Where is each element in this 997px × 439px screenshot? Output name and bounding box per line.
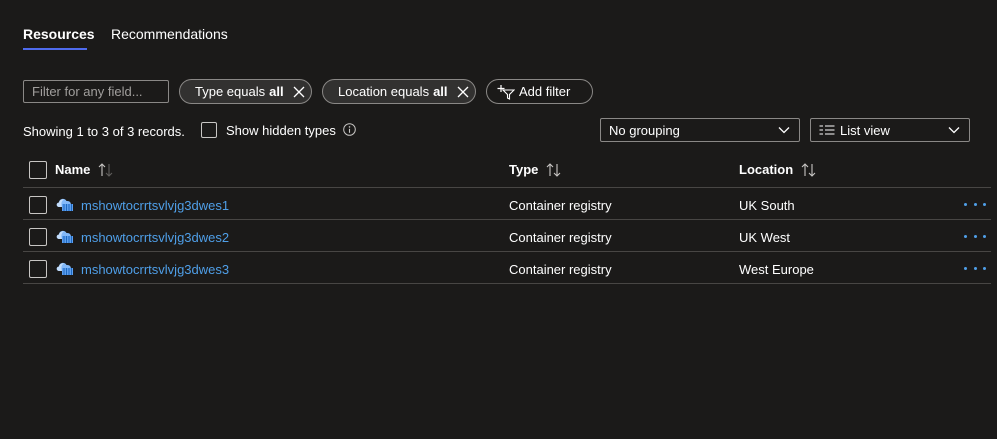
resource-type: Container registry [509, 230, 612, 245]
chevron-down-icon [778, 127, 790, 134]
type-filter-prefix: Type equals [195, 84, 266, 99]
resource-location: UK South [739, 198, 795, 213]
location-filter-pill[interactable]: Location equals all [322, 79, 476, 104]
show-hidden-types-label: Show hidden types [226, 123, 336, 138]
more-icon[interactable] [964, 199, 986, 209]
records-count: Showing 1 to 3 of 3 records. [23, 124, 185, 139]
more-icon[interactable] [964, 231, 986, 241]
resource-name-link[interactable]: mshowtocrrtsvlvjg3dwes3 [81, 262, 229, 277]
tab-recommendations[interactable]: Recommendations [111, 26, 228, 42]
view-dropdown[interactable]: List view [810, 118, 970, 142]
column-header-location-label: Location [739, 162, 794, 177]
grouping-dropdown[interactable]: No grouping [600, 118, 800, 142]
container-registry-icon [56, 230, 73, 243]
resource-location: UK West [739, 230, 791, 245]
active-tab-indicator [23, 48, 87, 50]
location-filter-value: all [433, 84, 448, 99]
view-value: List view [840, 122, 890, 138]
resource-type: Container registry [509, 198, 612, 213]
list-view-icon [819, 125, 835, 135]
row-divider [23, 251, 991, 252]
column-header-name-label: Name [55, 162, 91, 177]
grouping-value: No grouping [609, 122, 680, 138]
column-header-name[interactable]: Name [55, 162, 114, 177]
type-filter-value: all [269, 84, 284, 99]
add-filter-button[interactable]: Add filter [486, 79, 593, 104]
resource-name-link[interactable]: mshowtocrrtsvlvjg3dwes2 [81, 230, 229, 245]
row-checkbox[interactable] [29, 228, 47, 246]
add-filter-label: Add filter [519, 84, 571, 99]
sort-icon [547, 162, 561, 177]
container-registry-icon [56, 262, 73, 275]
container-registry-icon [56, 198, 73, 211]
column-header-type[interactable]: Type [509, 162, 562, 177]
resource-location: West Europe [739, 262, 814, 277]
info-icon[interactable] [343, 123, 356, 136]
tab-resources[interactable]: Resources [23, 26, 95, 42]
row-checkbox[interactable] [29, 196, 47, 214]
more-icon[interactable] [964, 263, 986, 273]
sort-icon [801, 162, 816, 177]
close-icon[interactable] [457, 86, 469, 98]
select-all-checkbox[interactable] [29, 161, 47, 179]
add-filter-icon [497, 84, 515, 100]
column-header-location[interactable]: Location [739, 162, 817, 177]
resource-type: Container registry [509, 262, 612, 277]
resource-name-link[interactable]: mshowtocrrtsvlvjg3dwes1 [81, 198, 229, 213]
filter-input[interactable] [23, 80, 169, 103]
location-filter-prefix: Location equals [338, 84, 430, 99]
close-icon[interactable] [293, 86, 305, 98]
chevron-down-icon [948, 127, 960, 134]
row-divider [23, 283, 991, 284]
row-divider [23, 219, 991, 220]
type-filter-pill[interactable]: Type equals all [179, 79, 312, 104]
row-checkbox[interactable] [29, 260, 47, 278]
sort-icon [99, 162, 113, 177]
header-divider [23, 187, 991, 188]
column-header-type-label: Type [509, 162, 539, 177]
show-hidden-types-checkbox[interactable] [201, 122, 217, 138]
